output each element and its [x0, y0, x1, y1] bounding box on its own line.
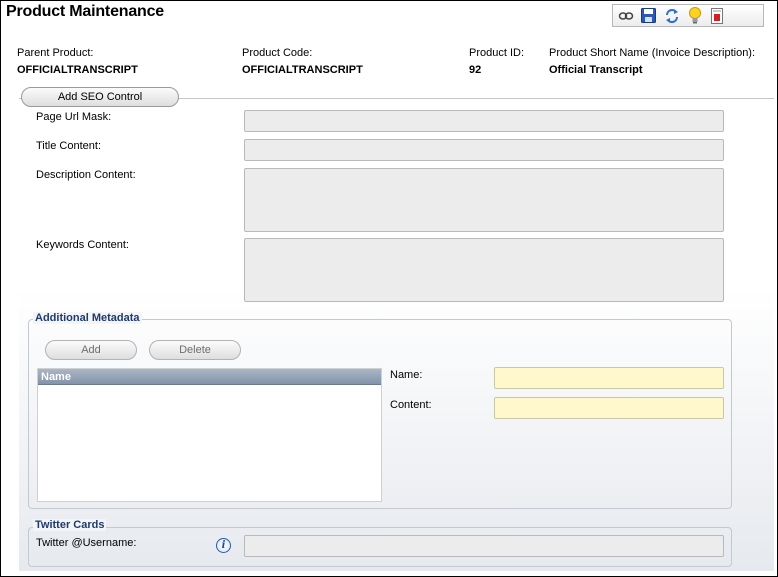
parent-product-label: Parent Product:	[17, 47, 94, 59]
lightbulb-icon[interactable]	[685, 6, 704, 25]
grid-column-name[interactable]: Name	[38, 369, 381, 385]
product-id-value: 92	[469, 64, 482, 76]
additional-metadata-legend: Additional Metadata	[33, 312, 142, 324]
metadata-content-label: Content:	[390, 399, 432, 411]
metadata-add-button[interactable]: Add	[45, 340, 137, 360]
save-icon[interactable]	[639, 6, 658, 25]
product-code-value: OFFICIALTRANSCRIPT	[242, 64, 363, 76]
metadata-delete-button[interactable]: Delete	[149, 340, 241, 360]
description-content-label: Description Content:	[36, 169, 136, 181]
parent-product-value: OFFICIALTRANSCRIPT	[17, 64, 138, 76]
keywords-content-label: Keywords Content:	[36, 239, 129, 251]
short-name-value: Official Transcript	[549, 64, 643, 76]
title-content-input[interactable]	[244, 139, 724, 161]
metadata-name-label: Name:	[390, 369, 423, 381]
twitter-username-label: Twitter @Username:	[36, 537, 137, 549]
view-icon[interactable]	[616, 6, 635, 25]
product-code-label: Product Code:	[242, 47, 313, 59]
keywords-content-textarea[interactable]	[244, 238, 724, 302]
metadata-content-input[interactable]	[494, 397, 724, 419]
product-maintenance-window: Product Maintenance Parent Product: OFFI…	[0, 0, 778, 577]
description-content-textarea[interactable]	[244, 168, 724, 232]
report-icon[interactable]	[708, 6, 727, 25]
short-name-label: Product Short Name (Invoice Description)…	[549, 47, 756, 59]
info-icon[interactable]: i	[216, 538, 231, 553]
page-title: Product Maintenance	[6, 3, 165, 20]
title-content-label: Title Content:	[36, 140, 102, 152]
metadata-name-input[interactable]	[494, 367, 724, 389]
product-id-label: Product ID:	[469, 47, 525, 59]
metadata-grid[interactable]: Name	[37, 368, 382, 502]
twitter-cards-legend: Twitter Cards	[33, 519, 107, 531]
twitter-username-input[interactable]	[244, 535, 724, 557]
toolbar	[612, 4, 764, 27]
page-url-mask-label: Page Url Mask:	[36, 111, 112, 123]
refresh-icon[interactable]	[662, 6, 681, 25]
add-seo-control-button[interactable]: Add SEO Control	[21, 87, 179, 107]
page-url-mask-input[interactable]	[244, 110, 724, 132]
